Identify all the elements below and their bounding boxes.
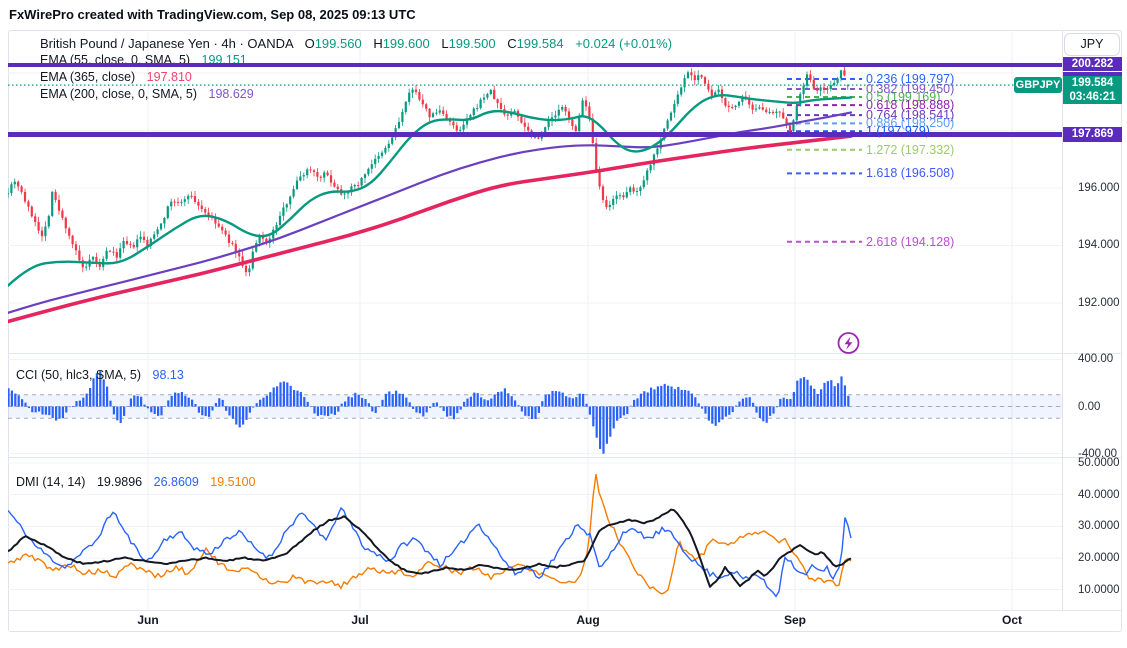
last-price-badge: 199.584 03:46:21 bbox=[1063, 76, 1122, 104]
time-axis-month-label: Aug bbox=[576, 613, 600, 627]
price-level-badge-200282: 200.282 bbox=[1063, 57, 1122, 71]
legend-ema365-label: EMA (365, close) bbox=[40, 70, 136, 84]
ema-line[interactable] bbox=[8, 111, 853, 314]
dmi-plus-di-line[interactable] bbox=[8, 506, 852, 598]
ema-line[interactable] bbox=[8, 94, 853, 287]
dmi-minusdi-value: 19.5100 bbox=[210, 475, 256, 489]
dmi-axis-label: 10.0000 bbox=[1078, 583, 1120, 596]
dmi-plusdi-value: 26.8609 bbox=[153, 475, 199, 489]
cci-axis-label: 400.00 bbox=[1078, 353, 1114, 366]
legend-ema200[interactable]: EMA (200, close, 0, SMA, 5) 198.629 bbox=[40, 87, 254, 101]
symbol-title: British Pound / Japanese Yen · 4h · OAND… bbox=[40, 36, 293, 51]
clipped-price-badge bbox=[1063, 71, 1122, 76]
price-axis-label: 196.000 bbox=[1078, 182, 1120, 194]
time-axis-month-label: Sep bbox=[783, 613, 807, 627]
time-axis-month-label: Oct bbox=[1001, 613, 1023, 627]
close-value: 199.584 bbox=[516, 36, 564, 51]
high-label: H bbox=[373, 36, 383, 51]
countdown-timer: 03:46:21 bbox=[1069, 91, 1116, 103]
dmi-axis-label: 50.0000 bbox=[1078, 457, 1120, 469]
cci-value: 98.13 bbox=[152, 368, 184, 382]
cci-legend[interactable]: CCI (50, hlc3, SMA, 5) 98.13 bbox=[16, 368, 184, 382]
open-label: O bbox=[304, 36, 315, 51]
symbol-title-row[interactable]: British Pound / Japanese Yen · 4h · OAND… bbox=[40, 36, 672, 51]
last-price-value: 199.584 bbox=[1071, 77, 1114, 89]
time-axis-month-label: Jun bbox=[137, 613, 159, 627]
price-axis-label: 192.000 bbox=[1078, 296, 1120, 309]
watermark-header: FxWirePro created with TradingView.com, … bbox=[9, 7, 416, 22]
symbol-tag: GBPJPY bbox=[1014, 77, 1062, 93]
lightning-icon[interactable] bbox=[837, 332, 860, 354]
fib-level-label: 1.272 (197.332) bbox=[866, 142, 955, 157]
resistance-line[interactable] bbox=[8, 62, 1062, 68]
legend-ema365-value: 197.810 bbox=[146, 70, 192, 84]
low-value: 199.500 bbox=[448, 36, 496, 51]
dmi-adx-line[interactable] bbox=[8, 508, 852, 588]
dmi-adx-value: 19.9896 bbox=[96, 475, 143, 489]
dmi-axis-label: 30.0000 bbox=[1078, 520, 1120, 533]
high-value: 199.600 bbox=[382, 36, 430, 51]
dmi-legend[interactable]: DMI (14, 14) 19.9896 26.8609 19.5100 bbox=[16, 475, 255, 489]
price-axis-label: 194.000 bbox=[1078, 239, 1120, 252]
fib-level-label: 2.618 (194.128) bbox=[866, 234, 955, 249]
change-value: +0.024 (+0.01%) bbox=[575, 36, 673, 51]
legend-ema365[interactable]: EMA (365, close) 197.810 bbox=[40, 70, 192, 84]
fib-level-label: 1 (197.979) bbox=[866, 124, 930, 139]
cci-axis-label: 0.00 bbox=[1078, 400, 1101, 413]
legend-ema200-value: 198.629 bbox=[208, 87, 254, 101]
time-axis[interactable] bbox=[8, 611, 1062, 632]
cci-label: CCI (50, hlc3, SMA, 5) bbox=[16, 368, 142, 382]
legend-ema200-label: EMA (200, close, 0, SMA, 5) bbox=[40, 87, 198, 101]
fib-level-label: 1.618 (196.508) bbox=[866, 166, 955, 181]
dmi-axis-label: 20.0000 bbox=[1078, 551, 1120, 564]
low-label: L bbox=[441, 36, 449, 51]
price-level-badge-197869: 197.869 bbox=[1063, 127, 1122, 142]
dmi-label: DMI (14, 14) bbox=[16, 475, 86, 489]
time-axis-month-label: Jul bbox=[351, 613, 369, 627]
dmi-axis-label: 40.0000 bbox=[1078, 488, 1120, 501]
ema-line[interactable] bbox=[8, 134, 853, 324]
close-label: C bbox=[507, 36, 517, 51]
open-value: 199.560 bbox=[314, 36, 362, 51]
currency-toggle-button[interactable]: JPY bbox=[1064, 33, 1120, 56]
